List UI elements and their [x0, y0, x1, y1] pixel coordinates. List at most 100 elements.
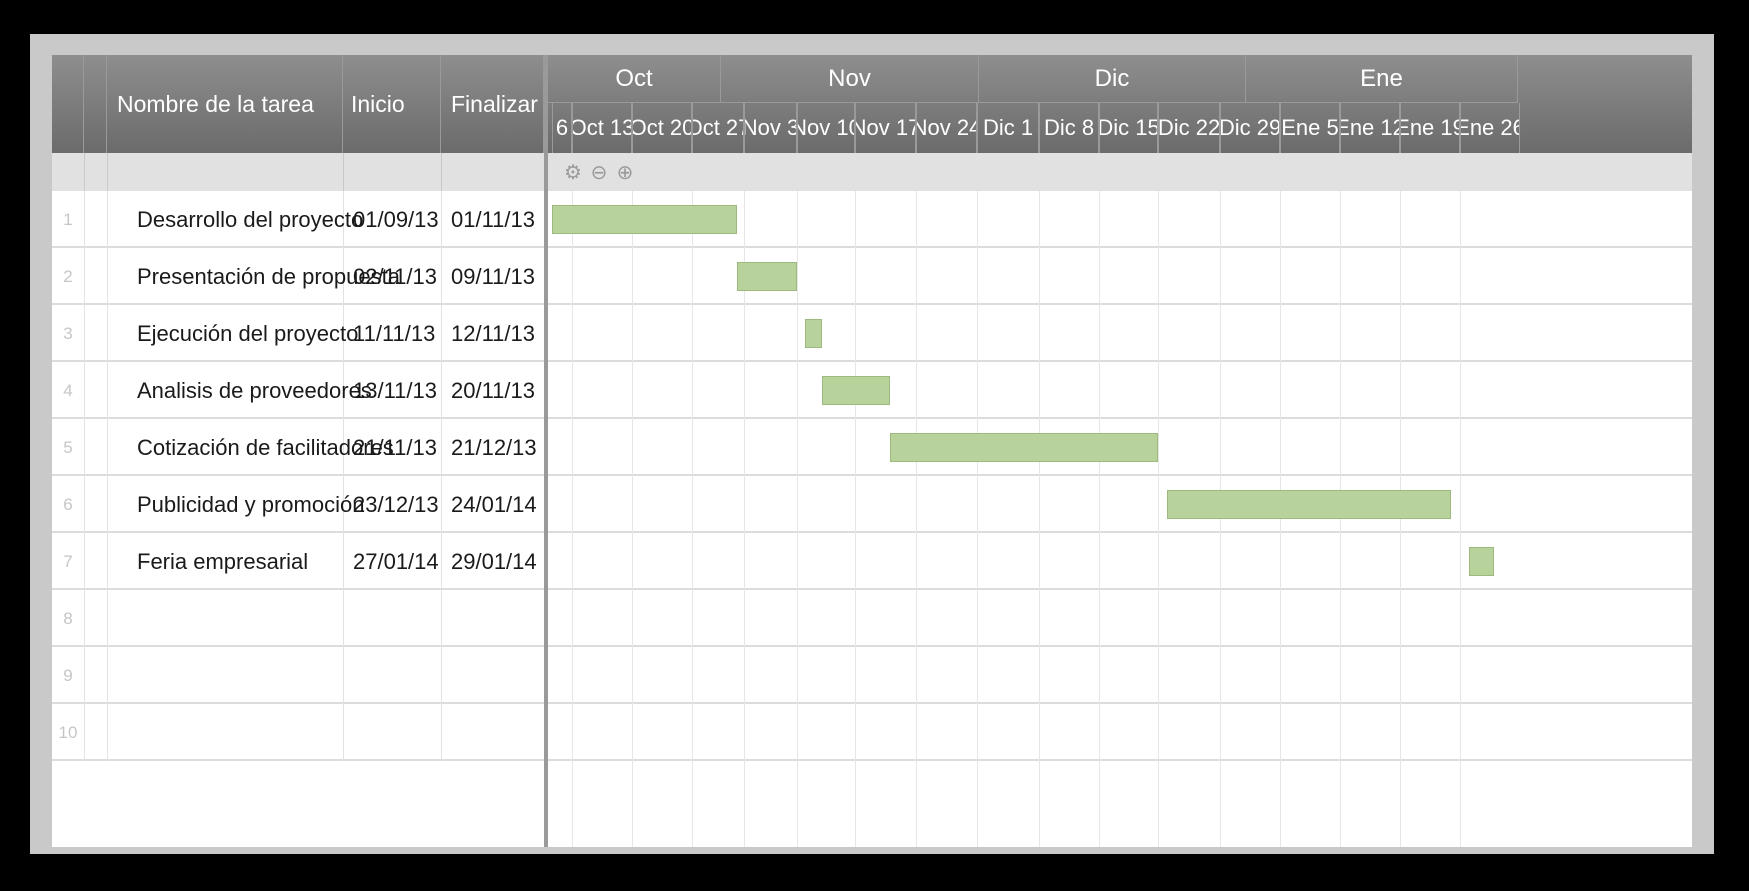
task-name[interactable]: [107, 647, 343, 704]
timeline-week: Oct 13: [572, 103, 632, 153]
toolbar-divider: [84, 153, 85, 191]
row-number: 5: [63, 437, 73, 457]
timeline-week: Ene 12: [1340, 103, 1400, 153]
zoom-in-icon[interactable]: ⊕: [614, 159, 636, 185]
task-bar[interactable]: [1468, 547, 1495, 576]
timeline-gridline: [1158, 191, 1159, 847]
task-end-date[interactable]: 12/11/13: [441, 305, 544, 362]
table-row[interactable]: 3 Ejecución del proyecto 11/11/13 12/11/13: [52, 305, 544, 362]
task-end-date[interactable]: 21/12/13: [441, 419, 544, 476]
row-number: 2: [63, 266, 73, 286]
table-row[interactable]: 5 Cotización de facilitadores 21/11/13 21/1…: [52, 419, 544, 476]
timeline-row-line: [548, 360, 1692, 362]
row-number: 3: [63, 323, 73, 343]
timeline-row-line: [548, 246, 1692, 248]
table-row[interactable]: 4 Analisis de proveedores 13/11/13 20/11/13: [52, 362, 544, 419]
timeline-week: Dic 1: [977, 103, 1039, 153]
task-end-date[interactable]: 24/01/14: [441, 476, 544, 533]
gantt-app: Nombre de la tarea Inicio Finalizar Oct Nov D…: [52, 55, 1692, 847]
column-header-start[interactable]: Inicio: [343, 55, 441, 153]
row-number: 10: [58, 722, 78, 742]
task-name[interactable]: Ejecución del proyecto: [107, 305, 358, 362]
timeline-week: Dic 22: [1158, 103, 1220, 153]
task-name[interactable]: [107, 590, 343, 647]
task-end-date[interactable]: [441, 704, 544, 761]
task-end-date[interactable]: 29/01/14: [441, 533, 544, 590]
timeline-row-line: [548, 531, 1692, 533]
timeline-row-line: [548, 303, 1692, 305]
timeline-row-line: [548, 474, 1692, 476]
table-row[interactable]: 6 Publicidad y promoción 23/12/13 24/01/14: [52, 476, 544, 533]
task-bar[interactable]: [821, 376, 890, 405]
task-name[interactable]: Cotización de facilitadores: [107, 419, 394, 476]
column-divider: [84, 419, 85, 476]
task-start-date[interactable]: [343, 647, 441, 704]
timeline-gridline: [632, 191, 633, 847]
column-header-name[interactable]: Nombre de la tarea: [107, 55, 343, 153]
task-start-date[interactable]: 13/11/13: [343, 362, 441, 419]
gear-icon[interactable]: ⚙: [562, 159, 584, 185]
task-start-date[interactable]: [343, 704, 441, 761]
timeline-gridline: [797, 191, 798, 847]
timeline-gridline: [1099, 191, 1100, 847]
timeline-row-line: [548, 417, 1692, 419]
task-name[interactable]: Feria empresarial: [107, 533, 343, 590]
timeline-week: Dic 29: [1220, 103, 1280, 153]
grid-header: Nombre de la tarea Inicio Finalizar: [52, 55, 544, 153]
task-end-date[interactable]: 09/11/13: [441, 248, 544, 305]
task-start-date[interactable]: 21/11/13: [343, 419, 441, 476]
timeline-week: Oct 27: [692, 103, 744, 153]
task-name[interactable]: Publicidad y promoción: [107, 476, 364, 533]
task-start-date[interactable]: 02/11/13: [343, 248, 441, 305]
task-start-date[interactable]: 01/09/13: [343, 191, 441, 248]
column-divider: [84, 647, 85, 704]
row-number-header: [52, 55, 84, 153]
indicator-header: [84, 55, 107, 153]
row-number: 9: [63, 665, 73, 685]
toolbar-divider: [107, 153, 108, 191]
task-name[interactable]: Analisis de proveedores: [107, 362, 372, 419]
timeline-week: Nov 24: [916, 103, 977, 153]
table-row[interactable]: 10: [52, 704, 544, 761]
task-name[interactable]: Desarrollo del proyecto: [107, 191, 363, 248]
task-end-date[interactable]: [441, 647, 544, 704]
timeline-week: Nov 17: [855, 103, 916, 153]
task-bar[interactable]: [552, 205, 737, 234]
task-name[interactable]: Presentación de propuesta: [107, 248, 400, 305]
table-row[interactable]: 2 Presentación de propuesta 02/11/13 09/11/…: [52, 248, 544, 305]
timeline-week: Oct 20: [632, 103, 692, 153]
task-name[interactable]: [107, 704, 343, 761]
timeline-gridline: [1039, 191, 1040, 847]
timeline-toolbar: ⚙ ⊖ ⊕: [548, 153, 1692, 191]
timeline-gridline: [916, 191, 917, 847]
task-end-date[interactable]: 01/11/13: [441, 191, 544, 248]
task-start-date[interactable]: 27/01/14: [343, 533, 441, 590]
timeline-week: 6: [552, 103, 572, 153]
zoom-out-icon[interactable]: ⊖: [588, 159, 610, 185]
task-start-date[interactable]: 23/12/13: [343, 476, 441, 533]
timeline-gridline: [855, 191, 856, 847]
row-number: 6: [63, 494, 73, 514]
task-bar[interactable]: [889, 433, 1158, 462]
task-end-date[interactable]: 20/11/13: [441, 362, 544, 419]
task-bar[interactable]: [736, 262, 797, 291]
column-header-end[interactable]: Finalizar: [441, 55, 544, 153]
timeline-week: Nov 3: [744, 103, 797, 153]
timeline-month: Ene: [1246, 55, 1518, 103]
table-row[interactable]: 1 Desarrollo del proyecto 01/09/13 01/11/13: [52, 191, 544, 248]
column-divider: [84, 191, 85, 248]
task-bar[interactable]: [1166, 490, 1452, 519]
table-row[interactable]: 9: [52, 647, 544, 704]
task-start-date[interactable]: 11/11/13: [343, 305, 441, 362]
column-divider: [84, 704, 85, 761]
task-end-date[interactable]: [441, 590, 544, 647]
timeline-week: Dic 8: [1039, 103, 1099, 153]
timeline-month: Dic: [979, 55, 1246, 103]
task-start-date[interactable]: [343, 590, 441, 647]
timeline-week: Ene 19: [1400, 103, 1460, 153]
timeline-gridline: [1340, 191, 1341, 847]
task-bar[interactable]: [805, 319, 822, 348]
toolbar-divider: [343, 153, 344, 191]
table-row[interactable]: 7 Feria empresarial 27/01/14 29/01/14: [52, 533, 544, 590]
table-row[interactable]: 8: [52, 590, 544, 647]
